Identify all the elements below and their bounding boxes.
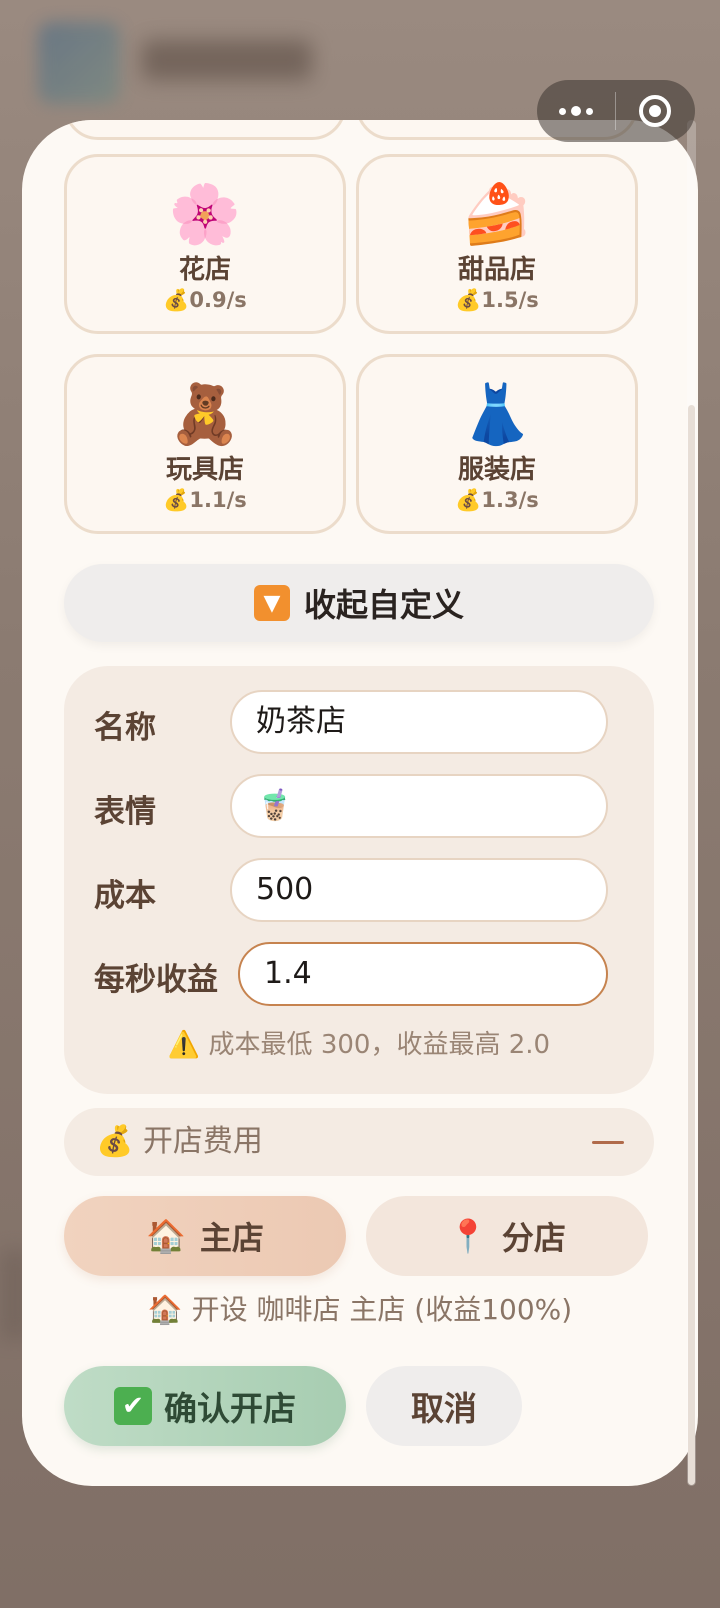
scrollbar-thumb[interactable]	[688, 405, 695, 1485]
confirm-open-button[interactable]: ✔ 确认开店	[64, 1366, 346, 1446]
income-input[interactable]: 1.4	[238, 942, 608, 1006]
dot-icon	[571, 106, 581, 116]
minus-icon	[592, 1141, 624, 1144]
check-icon: ✔	[114, 1387, 152, 1425]
dot-icon	[586, 107, 593, 115]
form-hint: ⚠️ 成本最低 300，收益最高 2.0	[167, 1030, 551, 1060]
dress-icon: 👗	[460, 380, 534, 448]
miniprogram-capsule	[537, 80, 695, 142]
shop-card-dessert[interactable]: 🍰 甜品店 💰1.5/s	[356, 154, 638, 334]
dot-icon	[559, 107, 566, 115]
main-store-label: 主店	[199, 1219, 264, 1257]
shop-card-toy[interactable]: 🧸 玩具店 💰1.1/s	[64, 354, 346, 534]
shop-card-clothing[interactable]: 👗 服装店 💰1.3/s	[356, 354, 638, 534]
close-miniprogram-button[interactable]	[616, 80, 694, 142]
branch-store-label: 分店	[501, 1219, 566, 1257]
emoji-label: 表情	[94, 794, 156, 830]
shop-income: 💰1.5/s	[455, 288, 539, 312]
confirm-label: 确认开店	[164, 1389, 296, 1428]
name-input[interactable]: 奶茶店	[230, 690, 608, 754]
cancel-button[interactable]: 取消	[366, 1366, 522, 1446]
house-icon: 🏠	[146, 1217, 186, 1255]
shop-name: 甜品店	[457, 255, 536, 285]
blurred-title	[142, 40, 312, 80]
target-icon	[639, 95, 671, 127]
cake-icon: 🍰	[460, 180, 534, 248]
collapse-label: 收起自定义	[303, 586, 464, 624]
shop-name: 花店	[178, 255, 231, 285]
collapse-custom-button[interactable]: ▼ 收起自定义	[64, 564, 654, 642]
opening-fee-row[interactable]: 💰 开店费用	[64, 1108, 654, 1176]
open-shop-modal: 🌸 花店 💰0.9/s 🍰 甜品店 💰1.5/s 🧸 玩具店 💰1.1/s 👗 …	[22, 120, 698, 1486]
more-menu-button[interactable]	[537, 80, 615, 142]
fee-label: 💰 开店费用	[96, 1124, 263, 1159]
income-label: 每秒收益	[94, 962, 218, 998]
shop-card-flower[interactable]: 🌸 花店 💰0.9/s	[64, 154, 346, 334]
shop-income: 💰1.1/s	[163, 488, 247, 512]
cost-label: 成本	[94, 878, 156, 914]
cherry-blossom-icon: 🌸	[168, 180, 242, 248]
open-summary: 🏠 开设 咖啡店 主店 (收益100%)	[147, 1293, 573, 1326]
shop-card-partial[interactable]	[64, 120, 346, 140]
blurred-avatar	[38, 22, 120, 104]
custom-shop-form: 名称 奶茶店 表情 🧋 成本 500 每秒收益 1.4 ⚠️ 成本最低 300，…	[64, 666, 654, 1094]
shop-income: 💰0.9/s	[163, 288, 247, 312]
shop-name: 服装店	[457, 455, 536, 485]
emoji-input[interactable]: 🧋	[230, 774, 608, 838]
branch-store-button[interactable]: 📍 分店	[366, 1196, 648, 1276]
pin-icon: 📍	[448, 1217, 488, 1255]
teddy-bear-icon: 🧸	[168, 380, 242, 448]
main-store-button[interactable]: 🏠 主店	[64, 1196, 346, 1276]
cost-input[interactable]: 500	[230, 858, 608, 922]
shop-income: 💰1.3/s	[455, 488, 539, 512]
down-arrow-icon: ▼	[253, 585, 290, 621]
name-label: 名称	[94, 710, 156, 746]
shop-name: 玩具店	[165, 455, 244, 485]
